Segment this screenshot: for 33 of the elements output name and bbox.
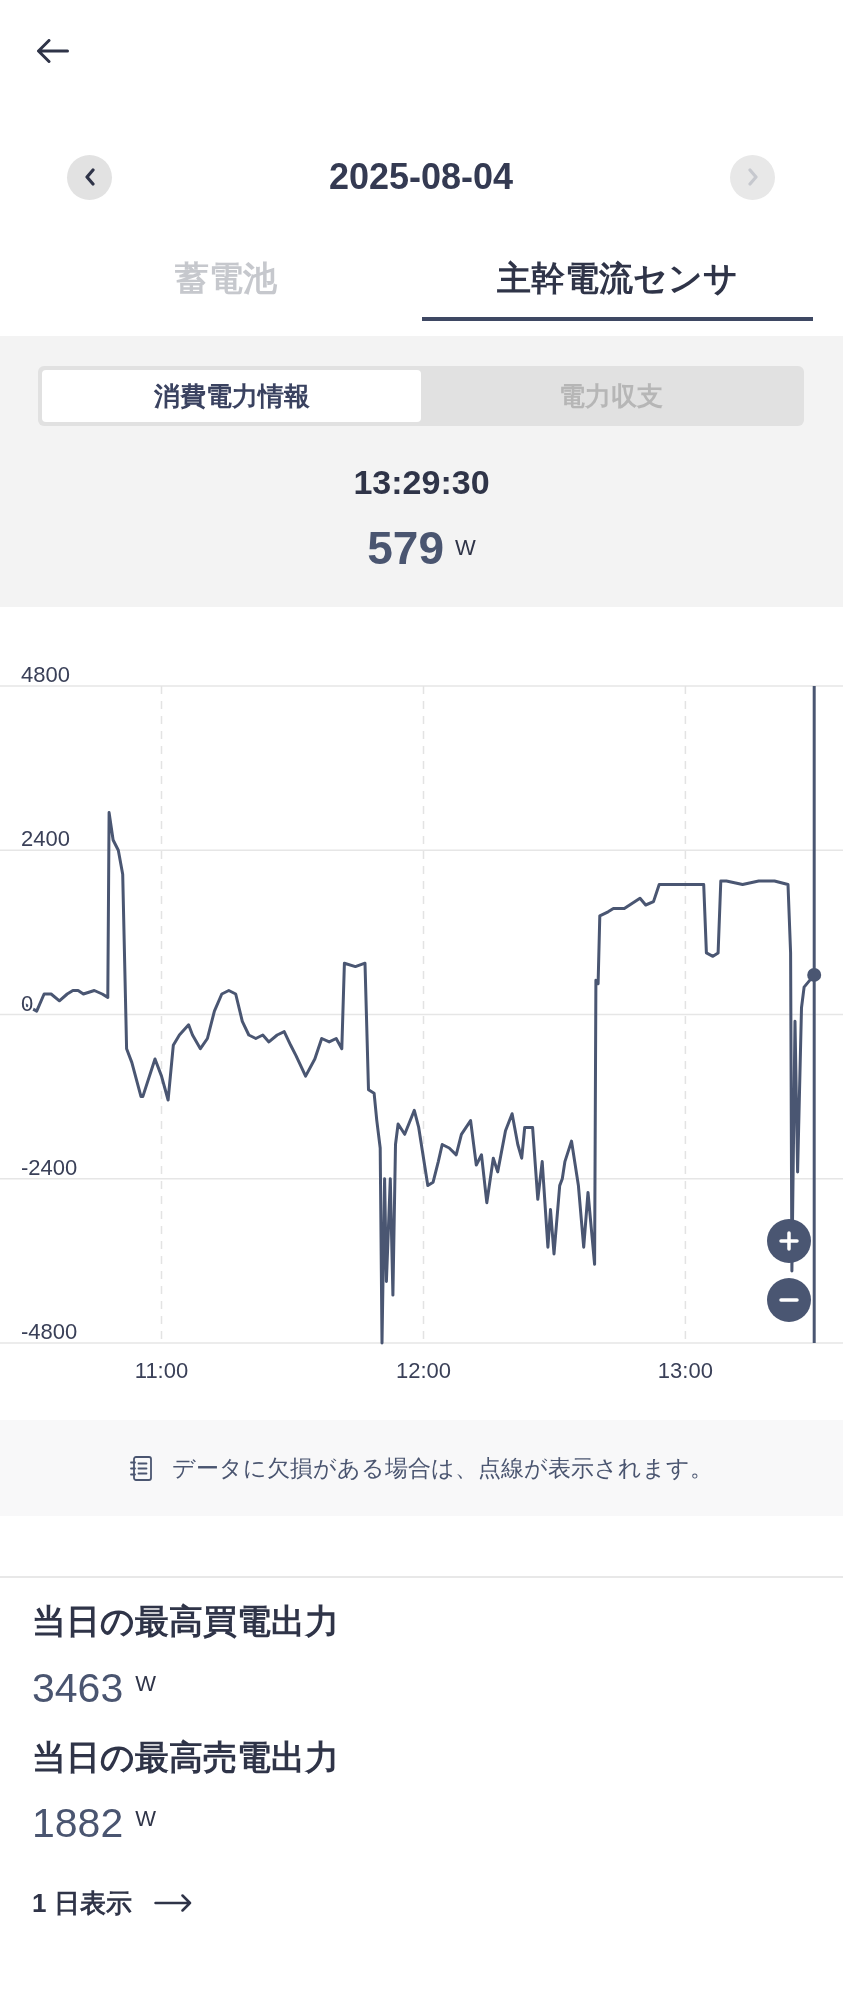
stat-value: 1882 bbox=[32, 1799, 124, 1847]
y-axis-label: -4800 bbox=[21, 1319, 78, 1344]
document-icon bbox=[130, 1455, 152, 1481]
unit-text: W bbox=[135, 1807, 156, 1831]
arrow-right-icon bbox=[153, 1894, 192, 1912]
y-axis-label: -2400 bbox=[21, 1154, 78, 1180]
zoom-in-button[interactable] bbox=[767, 1219, 811, 1263]
back-arrow-icon bbox=[37, 39, 69, 63]
cursor-dot-icon bbox=[807, 967, 822, 982]
reading-value: 579 bbox=[367, 521, 444, 575]
day-view-link[interactable]: 1 日表示 bbox=[32, 1887, 192, 1919]
zoom-out-button[interactable] bbox=[767, 1278, 811, 1322]
unit-text: W bbox=[455, 536, 476, 560]
note-text: データに欠損がある場合は、点線が表示されます。 bbox=[172, 1454, 713, 1483]
reading-time: 13:29:30 bbox=[353, 462, 490, 502]
x-axis-label: 12:00 bbox=[395, 1358, 452, 1383]
chevron-left-icon bbox=[83, 168, 96, 186]
x-axis-label: 11:00 bbox=[134, 1358, 189, 1383]
segment-tab[interactable]: 消費電力情報 bbox=[42, 370, 421, 422]
y-axis-label: 2400 bbox=[21, 826, 70, 852]
minus-icon bbox=[779, 1298, 799, 1302]
date-text: 2025-08-04 bbox=[328, 156, 514, 198]
tab[interactable]: 主幹電流センサ bbox=[421, 240, 813, 321]
x-axis-label: 13:00 bbox=[657, 1358, 713, 1383]
stat-label: 当日の最高売電出力 bbox=[32, 1737, 339, 1777]
stat-label: 当日の最高買電出力 bbox=[32, 1601, 339, 1641]
chevron-right-icon bbox=[746, 168, 759, 186]
plus-icon bbox=[779, 1231, 799, 1251]
unit-text: W bbox=[135, 1672, 156, 1696]
back-button[interactable] bbox=[37, 39, 69, 63]
previous-day-button[interactable] bbox=[67, 154, 112, 200]
stat-value: 3463 bbox=[32, 1664, 124, 1712]
y-axis-label: 4800 bbox=[21, 662, 70, 687]
